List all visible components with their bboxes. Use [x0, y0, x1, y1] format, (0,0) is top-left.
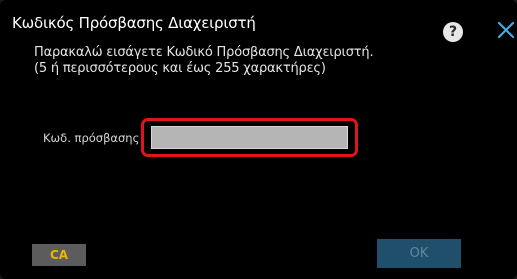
- instructions-line-2: (5 ή περισσότερους και έως 255 χαρακτήρε…: [34, 61, 326, 76]
- ok-button[interactable]: OK: [377, 239, 461, 268]
- help-icon: ?: [448, 24, 458, 40]
- close-icon: [497, 21, 515, 39]
- admin-password-dialog: Κωδικός Πρόσβασης Διαχειριστή ? Παρακαλώ…: [0, 0, 517, 279]
- clear-all-button[interactable]: CA: [32, 244, 86, 266]
- password-label: Κωδ. πρόσβασης: [43, 131, 140, 145]
- dialog-titlebar: Κωδικός Πρόσβασης Διαχειριστή ?: [0, 0, 517, 44]
- password-field-frame: [141, 118, 358, 157]
- help-button[interactable]: ?: [443, 22, 463, 42]
- password-input[interactable]: [151, 126, 348, 149]
- instructions-line-1: Παρακαλώ εισάγετε Κωδικό Πρόσβασης Διαχε…: [34, 45, 374, 60]
- close-button[interactable]: [495, 19, 517, 41]
- instructions-text: Παρακαλώ εισάγετε Κωδικό Πρόσβασης Διαχε…: [34, 45, 374, 77]
- dialog-title: Κωδικός Πρόσβασης Διαχειριστή: [12, 14, 256, 32]
